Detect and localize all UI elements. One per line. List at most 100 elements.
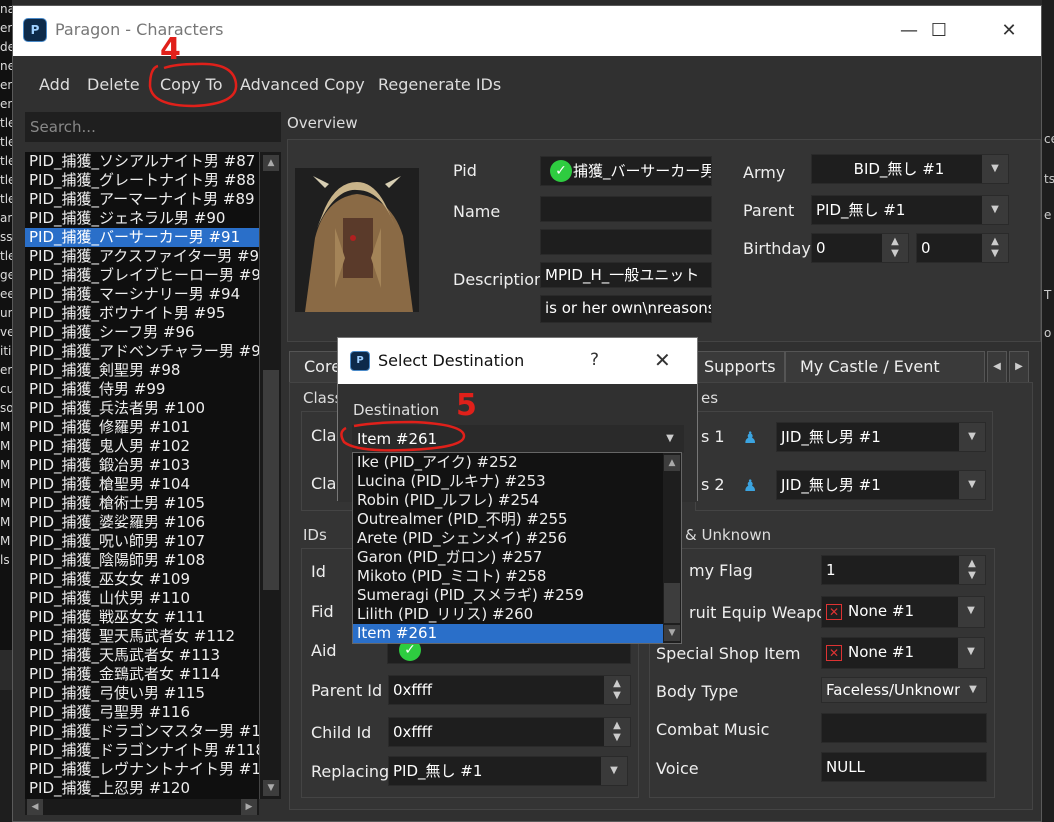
tab-mycastle[interactable]: My Castle / Event Lines	[785, 351, 985, 406]
dropdown-scrollbar[interactable]: ▲ ▼	[663, 453, 681, 643]
chevron-down-icon[interactable]: ▼	[982, 196, 1008, 224]
character-list-scrollbar[interactable]: ▲ ▼	[259, 152, 281, 799]
chevron-down-icon[interactable]: ▼	[982, 155, 1008, 183]
spin-arrows-icon[interactable]: ▲ ▼	[882, 234, 908, 262]
body-type-select[interactable]: Faceless/Unknown ▼	[821, 677, 987, 703]
list-item[interactable]: PID_捕獲_バーサーカー男 #91	[25, 228, 259, 247]
spin-arrows-icon[interactable]: ▲ ▼	[959, 556, 985, 584]
list-item[interactable]: PID_捕獲_修羅男 #101	[25, 418, 259, 437]
list-item[interactable]: PID_捕獲_巫女女 #109	[25, 570, 259, 589]
chevron-down-icon[interactable]: ▼	[601, 757, 627, 785]
name-field-2[interactable]	[540, 229, 712, 255]
regenerate-ids-button[interactable]: Regenerate IDs	[378, 72, 501, 98]
voice-field[interactable]: NULL	[821, 752, 987, 782]
list-item[interactable]: PID_捕獲_陰陽師男 #108	[25, 551, 259, 570]
list-item[interactable]: PID_捕獲_上忍男 #120	[25, 779, 259, 798]
army-select[interactable]: BID_無し #1 ▼	[811, 154, 1009, 184]
list-item[interactable]: PID_捕獲_グレートナイト男 #88	[25, 171, 259, 190]
list-item[interactable]: PID_捕獲_鍛冶男 #103	[25, 456, 259, 475]
enemy-flag-spinner[interactable]: 1 ▲ ▼	[821, 555, 986, 585]
chevron-down-icon[interactable]: ▼	[959, 471, 985, 499]
birthday-month-spinner[interactable]: 0 ▲ ▼	[811, 233, 909, 263]
birthday-day-spinner[interactable]: 0 ▲ ▼	[916, 233, 1009, 263]
replacing-select[interactable]: PID_無し #1 ▼	[388, 756, 628, 786]
list-item[interactable]: PID_捕獲_呪い師男 #107	[25, 532, 259, 551]
list-item[interactable]: PID_捕獲_鬼人男 #102	[25, 437, 259, 456]
name-field[interactable]	[540, 196, 712, 222]
dropdown-option[interactable]: Mikoto (PID_ミコト) #258	[353, 567, 681, 586]
combat-music-field[interactable]	[821, 713, 987, 743]
list-item[interactable]: PID_捕獲_アーマーナイト男 #89	[25, 190, 259, 209]
list-item[interactable]: PID_捕獲_金鵄武者女 #114	[25, 665, 259, 684]
close-icon[interactable]: ✕	[654, 348, 671, 372]
chevron-down-icon[interactable]: ▼	[959, 423, 985, 451]
help-icon[interactable]: ?	[590, 350, 599, 370]
destination-dropdown-list[interactable]: Ike (PID_アイク) #252 Lucina (PID_ルキナ) #253 R…	[352, 452, 682, 644]
list-item[interactable]: PID_捕獲_ボウナイト男 #95	[25, 304, 259, 323]
child-id-spinner[interactable]: 0xffff ▲ ▼	[388, 717, 631, 747]
dropdown-option[interactable]: Garon (PID_ガロン) #257	[353, 548, 681, 567]
description-field[interactable]: MPID_H_一般ユニット	[540, 262, 712, 288]
scroll-thumb[interactable]	[263, 370, 279, 590]
character-list-hscrollbar[interactable]: ◀ ▶	[25, 799, 259, 815]
recruit-equip-select[interactable]: ✕ None #1 ▼	[821, 596, 985, 628]
list-item[interactable]: PID_捕獲_槍聖男 #104	[25, 475, 259, 494]
list-item[interactable]: PID_捕獲_婆娑羅男 #106	[25, 513, 259, 532]
list-item[interactable]: PID_捕獲_シーフ男 #96	[25, 323, 259, 342]
scroll-left-icon[interactable]: ◀	[27, 799, 43, 815]
chevron-down-icon[interactable]: ▼	[960, 678, 986, 702]
list-item[interactable]: PID_捕獲_剣聖男 #98	[25, 361, 259, 380]
class1-select[interactable]: JID_無し男 #1 ▼	[776, 422, 986, 452]
tab-scroll-left-icon[interactable]: ◀	[987, 351, 1007, 383]
special-shop-select[interactable]: ✕ None #1 ▼	[821, 637, 985, 669]
class2-select[interactable]: JID_無し男 #1 ▼	[776, 470, 986, 500]
scroll-right-icon[interactable]: ▶	[241, 799, 257, 815]
scroll-up-icon[interactable]: ▲	[664, 455, 680, 471]
list-item[interactable]: PID_捕獲_レヴナントナイト男 #119	[25, 760, 259, 779]
list-item[interactable]: PID_捕獲_ドラゴンナイト男 #118	[25, 741, 259, 760]
spin-arrows-icon[interactable]: ▲ ▼	[604, 718, 630, 746]
chevron-down-icon[interactable]: ▼	[657, 426, 683, 452]
list-item[interactable]: PID_捕獲_弓使い男 #115	[25, 684, 259, 703]
dropdown-option[interactable]: Outrealmer (PID_不明) #255	[353, 510, 681, 529]
spin-arrows-icon[interactable]: ▲ ▼	[604, 676, 630, 704]
parent-select[interactable]: PID_無し #1 ▼	[811, 195, 1009, 225]
list-item[interactable]: PID_捕獲_槍術士男 #105	[25, 494, 259, 513]
dropdown-option[interactable]: Lilith (PID_リリス) #260	[353, 605, 681, 624]
list-item[interactable]: PID_捕獲_兵法者男 #100	[25, 399, 259, 418]
parent-id-spinner[interactable]: 0xffff ▲ ▼	[388, 675, 631, 705]
list-item[interactable]: PID_捕獲_戦巫女女 #111	[25, 608, 259, 627]
description-field-2[interactable]: is or her own\nreasons.	[540, 295, 712, 323]
chevron-down-icon[interactable]: ▼	[958, 597, 984, 627]
dropdown-option[interactable]: Item #261	[353, 624, 681, 643]
chevron-down-icon[interactable]: ▼	[958, 638, 984, 668]
list-item[interactable]: PID_捕獲_天馬武者女 #113	[25, 646, 259, 665]
list-item[interactable]: PID_捕獲_マーシナリー男 #94	[25, 285, 259, 304]
add-button[interactable]: Add	[39, 72, 70, 98]
list-item[interactable]: PID_捕獲_アドベンチャラー男 #97	[25, 342, 259, 361]
tab-scroll-right-icon[interactable]: ▶	[1009, 351, 1029, 383]
spin-arrows-icon[interactable]: ▲ ▼	[982, 234, 1008, 262]
dropdown-option[interactable]: Robin (PID_ルフレ) #254	[353, 491, 681, 510]
dropdown-option[interactable]: Sumeragi (PID_スメラギ) #259	[353, 586, 681, 605]
list-item[interactable]: PID_捕獲_山伏男 #110	[25, 589, 259, 608]
dropdown-option[interactable]: Ike (PID_アイク) #252	[353, 453, 681, 472]
search-input[interactable]: Search...	[25, 112, 281, 142]
list-item[interactable]: PID_捕獲_アクスファイター男 #92	[25, 247, 259, 266]
list-item[interactable]: PID_捕獲_聖天馬武者女 #112	[25, 627, 259, 646]
close-icon[interactable]: ✕	[987, 14, 1031, 48]
list-item[interactable]: PID_捕獲_侍男 #99	[25, 380, 259, 399]
dropdown-option[interactable]: Lucina (PID_ルキナ) #253	[353, 472, 681, 491]
maximize-icon[interactable]: ☐	[917, 14, 961, 48]
dropdown-option[interactable]: Arete (PID_シェンメイ) #256	[353, 529, 681, 548]
scroll-down-icon[interactable]: ▼	[664, 625, 680, 641]
scroll-down-icon[interactable]: ▼	[263, 780, 279, 796]
list-item[interactable]: PID_捕獲_ソシアルナイト男 #87	[25, 152, 259, 171]
list-item[interactable]: PID_捕獲_ブレイブヒーロー男 #93	[25, 266, 259, 285]
tab-supports[interactable]: Supports	[689, 351, 785, 383]
list-item[interactable]: PID_捕獲_弓聖男 #116	[25, 703, 259, 722]
advanced-copy-button[interactable]: Advanced Copy	[240, 72, 365, 98]
list-item[interactable]: PID_捕獲_ドラゴンマスター男 #117	[25, 722, 259, 741]
delete-button[interactable]: Delete	[87, 72, 140, 98]
scroll-thumb[interactable]	[664, 583, 680, 623]
